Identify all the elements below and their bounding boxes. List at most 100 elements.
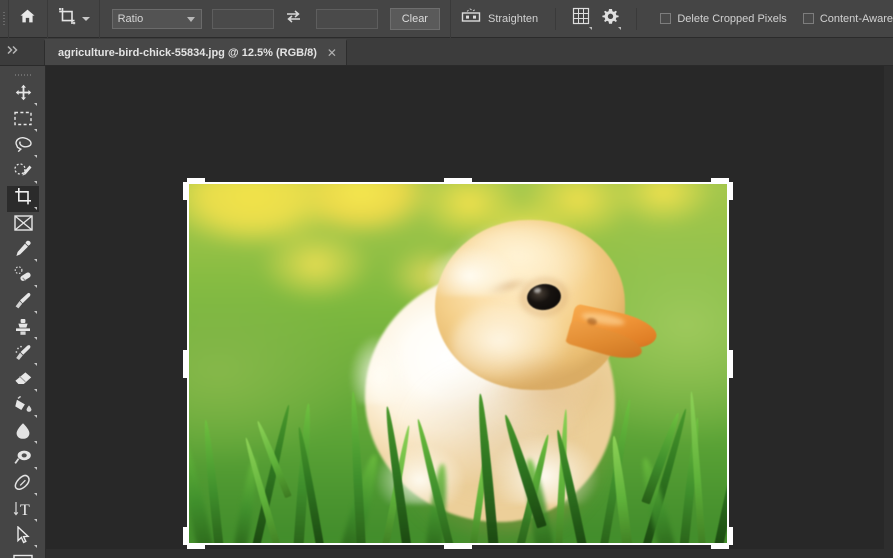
crop-handle-top-left[interactable] (187, 178, 205, 183)
clear-crop-button[interactable]: Clear (389, 7, 440, 30)
crop-icon (14, 187, 33, 211)
tool-flyout-indicator (34, 545, 37, 548)
dodge-icon (13, 449, 33, 470)
lasso-icon (14, 136, 33, 158)
crop-handle-middle-left[interactable] (183, 349, 188, 378)
crop-ratio-select[interactable]: Ratio (111, 8, 202, 29)
text-tool-icon: T (13, 500, 33, 523)
swap-arrows-icon (285, 9, 302, 29)
tool-flyout-indicator (34, 519, 37, 522)
rectangle-shape-icon (13, 554, 33, 558)
document-tab[interactable]: agriculture-bird-chick-55834.jpg @ 12.5%… (44, 39, 347, 65)
tool-clone-stamp[interactable] (7, 316, 39, 342)
chevron-down-icon (618, 26, 622, 30)
tool-move[interactable] (7, 82, 39, 108)
chick-fluff (375, 444, 465, 504)
crop-settings-button[interactable] (599, 6, 623, 32)
pen-icon (14, 474, 32, 497)
chevron-down-icon (588, 26, 592, 30)
home-button[interactable] (9, 0, 48, 38)
close-icon[interactable]: ✕ (327, 47, 337, 59)
chick-fluff (349, 334, 409, 404)
tool-flyout-indicator (34, 259, 37, 262)
options-bar-grip[interactable] (0, 0, 10, 38)
straighten-button[interactable]: Straighten (449, 0, 548, 38)
tool-preset-picker[interactable] (48, 0, 100, 38)
tool-history-brush[interactable] (7, 342, 39, 368)
tool-eyedropper[interactable] (7, 238, 39, 264)
crop-width-input[interactable] (211, 8, 274, 29)
swap-dimensions-button[interactable] (282, 7, 306, 31)
tool-eraser[interactable] (7, 368, 39, 394)
delete-cropped-pixels-checkbox[interactable]: Delete Cropped Pixels (660, 12, 787, 25)
tool-flyout-indicator (34, 337, 37, 340)
eyedropper-icon (14, 240, 32, 263)
crop-handle-bottom-right[interactable] (728, 527, 733, 545)
crop-overlay-options-button[interactable] (569, 6, 593, 32)
content-aware-checkbox[interactable]: Content-Aware (802, 12, 893, 25)
tool-blur[interactable] (7, 420, 39, 446)
tool-flyout-indicator (34, 493, 37, 496)
tool-pen[interactable] (7, 472, 39, 498)
horizontal-scrollbar[interactable] (46, 549, 884, 558)
panel-expand-button[interactable] (0, 37, 44, 65)
tool-rectangle[interactable] (7, 550, 39, 558)
tool-flyout-indicator (34, 311, 37, 314)
tool-flyout-indicator (34, 441, 37, 444)
delete-cropped-pixels-label: Delete Cropped Pixels (677, 12, 787, 25)
tool-spot-healing-brush[interactable] (7, 264, 39, 290)
document-tab-bar: agriculture-bird-chick-55834.jpg @ 12.5%… (0, 38, 893, 66)
crop-handle-top-right[interactable] (728, 182, 733, 200)
straighten-icon (461, 8, 481, 29)
tool-object-selection[interactable] (7, 160, 39, 186)
chevron-down-icon (81, 16, 90, 21)
vertical-scrollbar[interactable] (884, 66, 893, 558)
document-tab-title: agriculture-bird-chick-55834.jpg @ 12.5%… (58, 47, 317, 59)
tool-flyout-indicator (34, 363, 37, 366)
crop-handle-middle-right[interactable] (728, 349, 733, 378)
tool-gradient[interactable] (7, 394, 39, 420)
double-chevron-right-icon (6, 45, 20, 58)
chevron-down-icon (186, 16, 195, 22)
brush-icon (14, 292, 32, 315)
checkbox-box (660, 13, 672, 24)
drag-grip-icon[interactable] (0, 68, 46, 82)
svg-text:T: T (20, 502, 30, 518)
tool-flyout-indicator (34, 415, 37, 418)
eraser-icon (14, 371, 33, 392)
tool-brush[interactable] (7, 290, 39, 316)
crop-handle-bottom-left[interactable] (183, 527, 188, 545)
move-icon (15, 84, 32, 106)
healing-brush-icon (14, 265, 33, 289)
tool-dodge[interactable] (7, 446, 39, 472)
tool-type[interactable]: T (7, 498, 39, 524)
crop-handle-top-left[interactable] (183, 182, 188, 200)
crop-handle-top-center[interactable] (444, 178, 472, 183)
tool-flyout-indicator (34, 155, 37, 158)
frame-icon (13, 214, 33, 236)
clone-stamp-icon (14, 318, 32, 341)
tool-flyout-indicator (34, 467, 37, 470)
crop-tool-icon (58, 7, 77, 31)
chick-neck-shading (485, 362, 615, 432)
crop-selection[interactable] (183, 178, 733, 549)
tool-lasso[interactable] (7, 134, 39, 160)
chick-fluff (425, 246, 515, 296)
home-icon (19, 8, 36, 29)
crop-handle-top-right[interactable] (711, 178, 729, 183)
blur-drop-icon (14, 422, 33, 445)
tool-path-selection[interactable] (7, 524, 39, 550)
crop-height-input[interactable] (315, 8, 378, 29)
checkbox-box (802, 13, 814, 24)
document-image[interactable] (189, 184, 727, 543)
tool-flyout-indicator (34, 207, 37, 210)
straighten-label: Straighten (487, 12, 539, 25)
content-aware-label: Content-Aware (819, 12, 893, 25)
canvas-area[interactable] (46, 66, 893, 558)
tool-flyout-indicator (34, 285, 37, 288)
tool-frame[interactable] (7, 212, 39, 238)
marquee-icon (14, 111, 32, 131)
path-arrow-icon (16, 524, 31, 549)
tool-rectangular-marquee[interactable] (7, 108, 39, 134)
tool-crop[interactable] (7, 186, 39, 212)
